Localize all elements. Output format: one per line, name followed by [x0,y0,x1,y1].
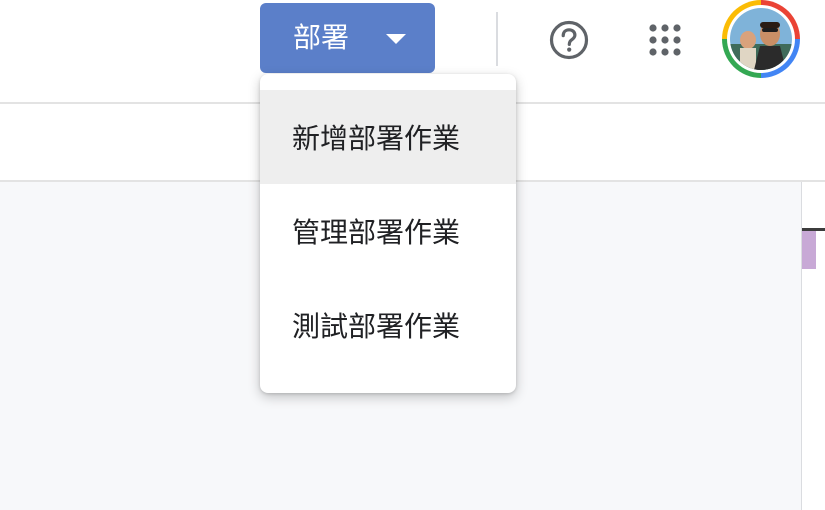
deploy-dropdown-menu: 新增部署作業 管理部署作業 測試部署作業 [260,74,516,393]
deploy-button-label: 部署 [293,21,350,54]
right-side-panel [801,182,825,510]
help-icon[interactable] [548,19,590,61]
deploy-button[interactable]: 部署 [260,3,435,73]
avatar-photo [730,8,792,70]
menu-item-manage-deployments[interactable]: 管理部署作業 [260,184,516,278]
header-divider [496,12,498,66]
apps-grid-icon[interactable] [644,19,686,61]
caret-down-icon [386,34,406,44]
menu-item-test-deployments[interactable]: 測試部署作業 [260,278,516,372]
panel-color-chip [802,231,816,269]
account-avatar[interactable] [722,0,800,78]
menu-item-new-deployment[interactable]: 新增部署作業 [260,90,516,184]
